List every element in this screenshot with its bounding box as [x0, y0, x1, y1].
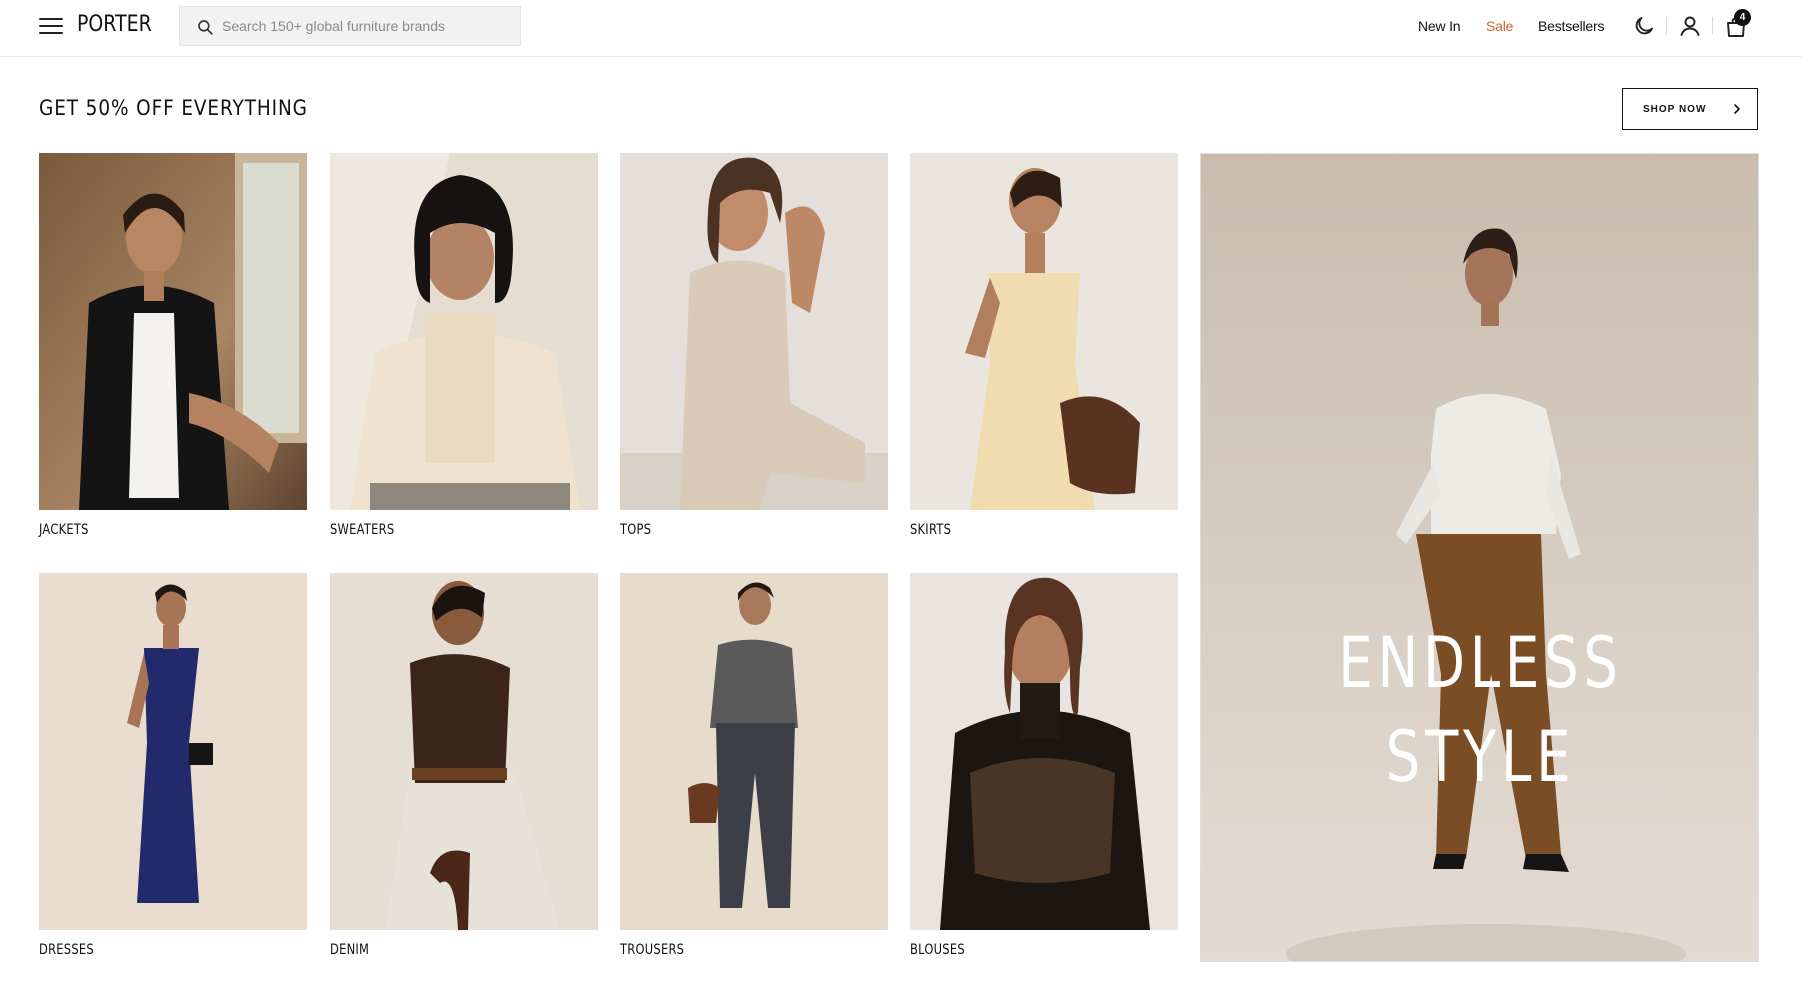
- category-image: [39, 573, 307, 930]
- category-image: [910, 153, 1178, 510]
- search-icon: [198, 20, 213, 35]
- cart-count-badge: 4: [1734, 9, 1751, 26]
- hero-image: [1201, 154, 1758, 961]
- site-header: PORTER New In Sale Bestsellers 4: [0, 0, 1802, 57]
- category-label: SKIRTS: [910, 522, 952, 538]
- search-input[interactable]: [222, 7, 512, 45]
- category-card-blouses[interactable]: BLOUSES: [910, 573, 1178, 958]
- nav-new-in[interactable]: New In: [1418, 18, 1461, 34]
- nav-bestsellers[interactable]: Bestsellers: [1538, 18, 1604, 34]
- category-card-jackets[interactable]: JACKETS: [39, 153, 307, 538]
- category-image: [330, 573, 598, 930]
- chevron-right-icon: [1734, 104, 1740, 114]
- hero-headline-line1: ENDLESS: [1338, 622, 1623, 704]
- category-card-trousers[interactable]: TROUSERS: [620, 573, 888, 958]
- category-label: SWEATERS: [330, 522, 395, 538]
- header-divider: [1666, 17, 1667, 35]
- header-divider: [1712, 17, 1713, 35]
- menu-icon[interactable]: [39, 17, 65, 35]
- category-card-skirts[interactable]: SKIRTS: [910, 153, 1178, 538]
- hero-headline-line2: STYLE: [1385, 716, 1576, 798]
- category-card-dresses[interactable]: DRESSES: [39, 573, 307, 958]
- category-label: TROUSERS: [620, 942, 685, 958]
- category-card-tops[interactable]: TOPS: [620, 153, 888, 538]
- category-label: JACKETS: [39, 522, 89, 538]
- moon-icon[interactable]: [1632, 14, 1656, 38]
- nav-sale[interactable]: Sale: [1486, 18, 1513, 34]
- promo-title: GET 50% OFF EVERYTHING: [39, 96, 308, 120]
- category-image: [620, 573, 888, 930]
- hero-banner[interactable]: ENDLESS STYLE: [1200, 153, 1759, 962]
- category-card-sweaters[interactable]: SWEATERS: [330, 153, 598, 538]
- category-card-denim[interactable]: DENIM: [330, 573, 598, 958]
- category-label: BLOUSES: [910, 942, 965, 958]
- user-icon[interactable]: [1678, 14, 1702, 38]
- category-label: DRESSES: [39, 942, 94, 958]
- category-image: [910, 573, 1178, 930]
- shop-now-label: SHOP NOW: [1643, 104, 1707, 115]
- search-bar[interactable]: [179, 6, 521, 46]
- category-label: TOPS: [620, 522, 652, 538]
- category-label: DENIM: [330, 942, 370, 958]
- category-image: [330, 153, 598, 510]
- category-image: [39, 153, 307, 510]
- shop-now-button[interactable]: SHOP NOW: [1622, 88, 1758, 130]
- category-image: [620, 153, 888, 510]
- site-logo[interactable]: PORTER: [77, 12, 152, 37]
